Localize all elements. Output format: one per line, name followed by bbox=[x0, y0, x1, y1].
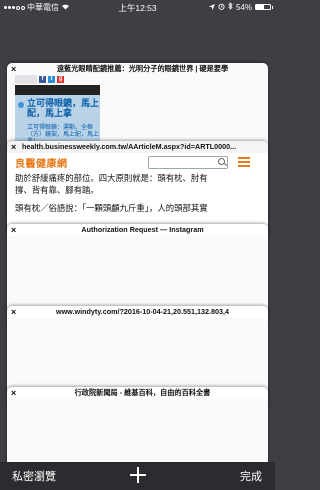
share-row: f t g bbox=[15, 74, 100, 84]
category-chip bbox=[15, 74, 37, 84]
ad-heading: 立可得眼鏡，馬上配，馬上拿 bbox=[27, 98, 100, 118]
close-tab-button[interactable]: × bbox=[11, 141, 16, 153]
close-tab-button[interactable]: × bbox=[11, 224, 16, 236]
site-logo: 良醫健康網 bbox=[15, 158, 68, 170]
google-plus-icon[interactable]: g bbox=[57, 75, 64, 83]
battery-percent: 54% bbox=[235, 2, 252, 12]
page-toolbar-strip: ☰ ♥ + ⋮ bbox=[15, 85, 100, 118]
bottom-toolbar: 私密瀏覽 完成 bbox=[0, 462, 275, 490]
tab-title: health.businessweekly.com.tw/AArticleM.a… bbox=[22, 142, 237, 151]
battery-icon bbox=[255, 4, 273, 10]
twitter-icon[interactable]: t bbox=[48, 75, 55, 83]
tab-header: × 行政院新聞局 - 維基百科，自由的百科全書 bbox=[7, 387, 268, 399]
facebook-icon[interactable]: f bbox=[39, 75, 46, 83]
search-icon bbox=[217, 157, 225, 165]
article-line: 頭有枕／俗語說：「一顆頭顱九斤重」，人的頭部其實 bbox=[15, 203, 208, 213]
hamburger-menu-icon[interactable] bbox=[237, 157, 250, 167]
done-button[interactable]: 完成 bbox=[240, 468, 262, 484]
tab-content bbox=[7, 399, 268, 467]
status-bar: 中華電信 上午12:53 54% bbox=[0, 0, 275, 14]
site-search-box[interactable] bbox=[147, 155, 228, 169]
tab-card-5[interactable]: × 行政院新聞局 - 維基百科，自由的百科全書 bbox=[7, 387, 268, 467]
tab-title: 行政院新聞局 - 維基百科，自由的百科全書 bbox=[74, 388, 211, 397]
new-tab-plus-icon[interactable] bbox=[130, 467, 146, 483]
chat-bubble-icon bbox=[18, 102, 24, 108]
bluetooth-icon bbox=[228, 2, 233, 12]
tab-header: × www.windyty.com/?2016-10-04-21,20.551,… bbox=[7, 306, 268, 318]
site-header: 良醫健康網 bbox=[15, 155, 250, 170]
article-line: 撐、背有靠、腳有踏。 bbox=[15, 185, 99, 195]
status-right: 54% bbox=[208, 2, 273, 12]
close-tab-button[interactable]: × bbox=[11, 306, 16, 318]
tab-title: Authorization Request — Instagram bbox=[81, 225, 204, 234]
tab-header: × health.businessweekly.com.tw/AArticleM… bbox=[7, 141, 268, 153]
close-tab-button[interactable]: × bbox=[11, 387, 16, 399]
article-body: 助於舒緩痛疼的部位。四大原則就是：頭有枕、肘有 撐、背有靠、腳有踏。 頭有枕／俗… bbox=[15, 172, 260, 220]
article-line: 助於舒緩痛疼的部位。四大原則就是：頭有枕、肘有 bbox=[15, 173, 208, 183]
location-icon bbox=[208, 3, 215, 12]
tab-title: www.windyty.com/?2016-10-04-21,20.551,13… bbox=[56, 307, 229, 316]
tab-header: × Authorization Request — Instagram bbox=[7, 224, 268, 236]
ad-banner[interactable]: 立可得眼鏡，馬上配，馬上拿 立可得眼鏡：運動、全框（方）鏡架，馬上配，馬上拿！ bbox=[15, 95, 100, 145]
private-browsing-button[interactable]: 私密瀏覽 bbox=[12, 468, 56, 484]
alarm-icon bbox=[218, 3, 225, 12]
